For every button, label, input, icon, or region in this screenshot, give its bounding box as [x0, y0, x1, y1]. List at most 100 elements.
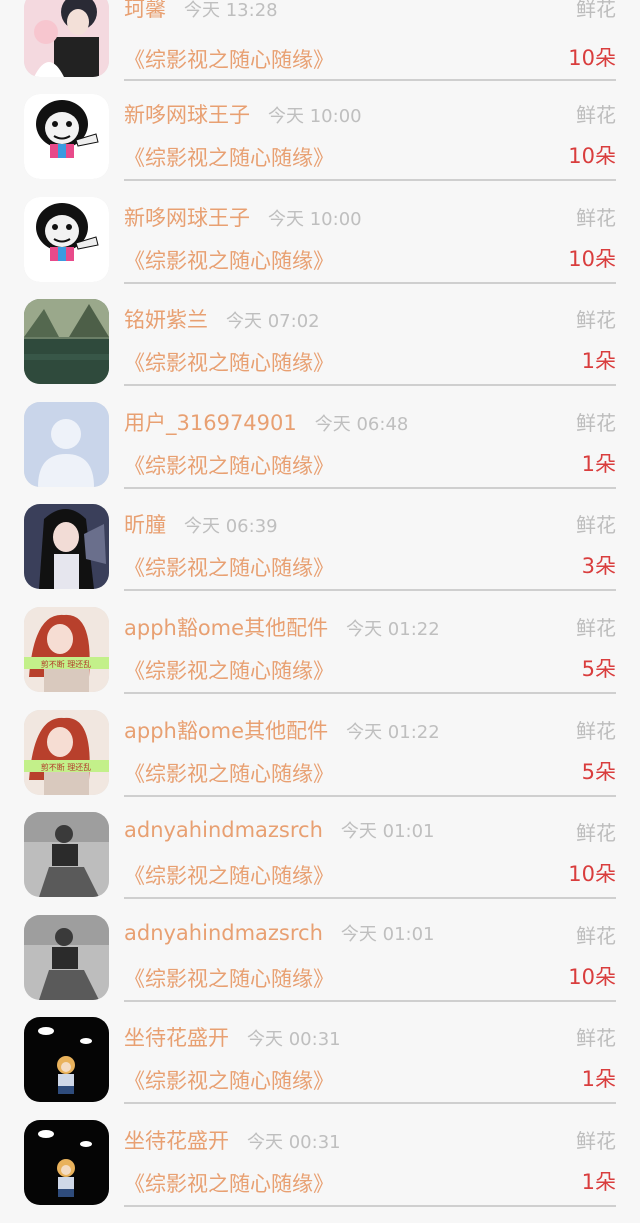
- gift-type-label: 鲜花: [576, 308, 616, 333]
- sender-name-text: 新哆网球王子: [124, 205, 250, 230]
- gift-type-label: 鲜花: [576, 1128, 616, 1153]
- gift-record-row[interactable]: 铭妍紫兰 今天 07:02 鲜花《综影视之随心随缘》 1朵: [0, 299, 640, 402]
- gift-type-label: 鲜花: [576, 410, 616, 435]
- sender-name-text: 铭妍紫兰: [124, 308, 208, 333]
- sender-name-text: 新哆网球王子: [124, 103, 250, 127]
- user-avatar[interactable]: 剪不断 理还乱: [24, 709, 109, 795]
- gift-time: 今天 07:02: [226, 311, 320, 333]
- gift-amount: 10朵: [568, 964, 616, 989]
- row-divider: [124, 794, 616, 797]
- gift-time: 今天 06:39: [184, 516, 278, 538]
- gift-time: 今天 00:31: [247, 1131, 341, 1153]
- sender-name[interactable]: 昕朣 今天 06:39: [124, 509, 278, 539]
- work-title[interactable]: 《综影视之随心随缘》: [124, 1065, 334, 1095]
- user-avatar[interactable]: [24, 812, 109, 898]
- sender-name-text: adnyahindmazsrch: [124, 818, 323, 843]
- gift-record-row[interactable]: 坐待花盛开 今天 00:31 鲜花《综影视之随心随缘》 1朵: [0, 1119, 640, 1223]
- gift-record-row[interactable]: 剪不断 理还乱 apph豁ome其他配件 今天 01:22 鲜花《综影视之随心随缘》…: [0, 709, 640, 813]
- user-avatar[interactable]: [24, 504, 109, 590]
- gift-type-label: 鲜花: [576, 0, 616, 21]
- sender-name[interactable]: 铭妍紫兰 今天 07:02: [124, 304, 320, 334]
- work-title[interactable]: 《综影视之随心随缘》: [124, 1168, 334, 1198]
- sender-name-text: apph豁ome其他配件: [124, 615, 329, 640]
- gift-record-row[interactable]: 新哆网球王子 今天 10:00 鲜花 《综影视之随心随缘》 10朵: [0, 94, 640, 197]
- row-divider: [124, 589, 616, 592]
- gift-record-row[interactable]: 剪不断 理还乱 apph豁ome其他配件 今天 01:22 鲜花 《综影视之随心随缘》…: [0, 606, 640, 710]
- work-title[interactable]: 《综影视之随心随缘》: [124, 860, 334, 890]
- gift-time: 今天 00:31: [247, 1029, 341, 1051]
- work-title[interactable]: 《综影视之随心随缘》: [124, 245, 334, 275]
- row-divider: [124, 897, 616, 900]
- gift-amount: 1朵: [581, 1169, 616, 1194]
- user-avatar[interactable]: [24, 1017, 109, 1103]
- row-divider: [124, 999, 616, 1002]
- gift-record-row[interactable]: adnyahindmazsrch 今天 01:01 鲜花《综影视之随心随缘》 10朵: [0, 812, 640, 915]
- gift-amount: 10朵: [568, 144, 616, 168]
- work-title[interactable]: 《综影视之随心随缘》: [124, 44, 334, 74]
- gift-amount: 1朵: [581, 1067, 616, 1092]
- user-avatar[interactable]: [24, 401, 109, 487]
- user-avatar[interactable]: 剪不断 理还乱: [24, 606, 109, 692]
- gift-amount: 5朵: [581, 759, 616, 784]
- gift-time: 今天 01:22: [346, 618, 440, 640]
- sender-name[interactable]: adnyahindmazsrch 今天 01:01: [124, 920, 435, 946]
- sender-name-text: 珂馨: [124, 0, 166, 21]
- row-divider: [124, 179, 616, 181]
- gift-type-label: 鲜花: [576, 513, 616, 538]
- gift-record-row[interactable]: 昕朣 今天 06:39 鲜花《综影视之随心随缘》 3朵: [0, 504, 640, 607]
- row-divider: [124, 79, 616, 81]
- gift-type-label: 鲜花: [576, 821, 616, 846]
- user-avatar[interactable]: [24, 94, 109, 179]
- row-divider: [124, 1102, 616, 1105]
- gift-amount: 1朵: [581, 451, 616, 476]
- work-title[interactable]: 《综影视之随心随缘》: [124, 758, 334, 788]
- gift-time: 今天 01:01: [340, 923, 435, 945]
- work-title[interactable]: 《综影视之随心随缘》: [124, 655, 334, 685]
- svg-text:剪不断 理还乱: 剪不断 理还乱: [41, 762, 92, 772]
- gift-time: 今天 01:01: [340, 821, 435, 843]
- gift-record-row[interactable]: adnyahindmazsrch 今天 01:01 鲜花 《综影视之随心随缘》 10朵: [0, 914, 640, 1018]
- sender-name[interactable]: adnyahindmazsrch 今天 01:01: [124, 817, 435, 843]
- row-divider: [124, 486, 616, 489]
- user-avatar[interactable]: [24, 0, 109, 77]
- user-avatar[interactable]: [24, 1119, 109, 1205]
- sender-name[interactable]: apph豁ome其他配件 今天 01:22: [124, 612, 440, 642]
- row-divider: [124, 281, 616, 284]
- gift-time: 今天 06:48: [314, 413, 409, 435]
- gift-record-row[interactable]: 珂馨 今天 13:28 鲜花 《综影视之随心随缘》 10朵: [0, 0, 640, 94]
- row-divider: [124, 1204, 616, 1207]
- sender-name[interactable]: 坐待花盛开 今天 00:31: [124, 1022, 341, 1052]
- gift-type-label: 鲜花: [576, 718, 616, 743]
- gift-time: 今天 10:00: [268, 208, 362, 230]
- gift-record-row[interactable]: 用户_316974901 今天 06:48 鲜花《综影视之随心随缘》 1朵: [0, 401, 640, 505]
- user-avatar[interactable]: [24, 196, 109, 282]
- sender-name[interactable]: apph豁ome其他配件 今天 01:22: [124, 715, 440, 745]
- gift-record-row[interactable]: 新哆网球王子 今天 10:00 鲜花 《综影视之随心随缘》 10朵: [0, 196, 640, 300]
- sender-name-text: 昕朣: [124, 513, 166, 538]
- sender-name[interactable]: 珂馨 今天 13:28: [124, 0, 278, 23]
- gift-record-list: 珂馨 今天 13:28 鲜花 《综影视之随心随缘》 10朵 新哆网球王子 今天 10:00…: [0, 0, 640, 1223]
- work-title[interactable]: 《综影视之随心随缘》: [124, 552, 334, 582]
- work-title[interactable]: 《综影视之随心随缘》: [124, 142, 334, 172]
- sender-name[interactable]: 新哆网球王子 今天 10:00: [124, 202, 362, 232]
- gift-record-row[interactable]: 坐待花盛开 今天 00:31 鲜花《综影视之随心随缘》 1朵: [0, 1017, 640, 1120]
- work-title[interactable]: 《综影视之随心随缘》: [124, 347, 334, 377]
- gift-amount: 10朵: [568, 246, 616, 271]
- gift-amount: 3朵: [581, 554, 616, 579]
- sender-name[interactable]: 坐待花盛开 今天 00:31: [124, 1125, 341, 1155]
- user-avatar[interactable]: [24, 299, 109, 385]
- sender-name-text: apph豁ome其他配件: [124, 718, 329, 743]
- sender-name-text: adnyahindmazsrch: [124, 920, 323, 945]
- work-title[interactable]: 《综影视之随心随缘》: [124, 450, 334, 480]
- gift-amount: 10朵: [568, 862, 616, 887]
- sender-name[interactable]: 用户_316974901 今天 06:48: [124, 407, 408, 437]
- gift-time: 今天 10:00: [268, 106, 362, 127]
- gift-amount: 1朵: [581, 349, 616, 374]
- sender-name[interactable]: 新哆网球王子 今天 10:00: [124, 99, 362, 129]
- gift-type-label: 鲜花: [576, 1026, 616, 1051]
- sender-name-text: 坐待花盛开: [124, 1026, 229, 1051]
- sender-name-text: 坐待花盛开: [124, 1128, 229, 1153]
- gift-time: 今天 01:22: [346, 721, 440, 743]
- user-avatar[interactable]: [24, 914, 109, 1000]
- work-title[interactable]: 《综影视之随心随缘》: [124, 963, 334, 993]
